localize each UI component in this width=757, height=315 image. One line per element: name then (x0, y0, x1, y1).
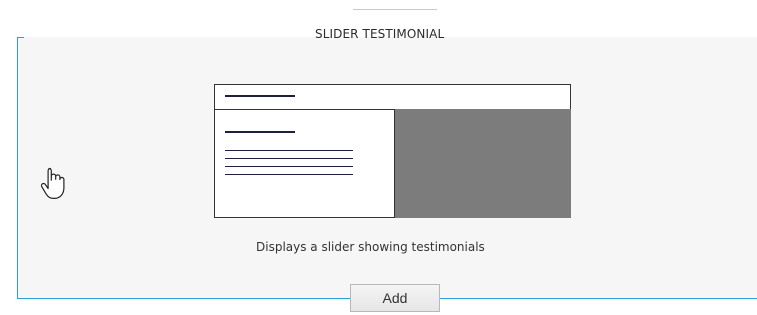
preview-text-line (225, 150, 353, 151)
preview-header-line (225, 95, 295, 97)
preview-text-line (225, 166, 353, 167)
card-border-bottom-right (440, 298, 757, 299)
widget-title: SLIDER TESTIMONIAL (315, 27, 445, 41)
preview-text-line (225, 174, 353, 175)
preview-text-line (225, 158, 353, 159)
card-border-bottom-left (17, 298, 350, 299)
card-border-left (17, 37, 18, 299)
widget-panel: SLIDER TESTIMONIAL Displays a slider sho… (0, 0, 757, 315)
add-button[interactable]: Add (350, 284, 440, 312)
preview-header (215, 85, 570, 110)
card-border-top (17, 37, 24, 38)
top-tab-edge (353, 0, 437, 10)
hand-pointer-icon (40, 167, 65, 199)
preview-heading-line (225, 131, 295, 133)
widget-preview-thumbnail (214, 84, 571, 218)
widget-description: Displays a slider showing testimonials (256, 240, 485, 254)
preview-image-block (394, 109, 571, 218)
